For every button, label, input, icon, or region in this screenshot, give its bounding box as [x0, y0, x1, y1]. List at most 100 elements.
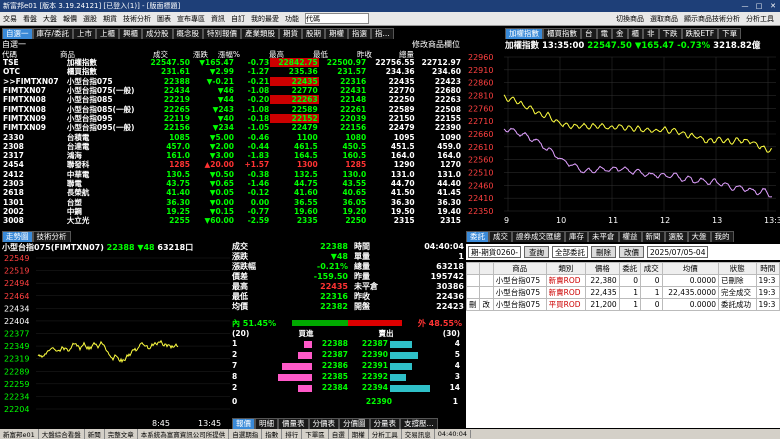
- minimize-icon[interactable]: —: [738, 2, 752, 10]
- quote-row[interactable]: FIMTXN08 小型台指085 22219 ▼44 -0.20 22263 22148 22…: [2, 95, 462, 104]
- quote-row[interactable]: 2330 台積電 1085 ▼5.00 -0.46 1100 1080 1095 1090: [2, 132, 462, 141]
- tab-item[interactable]: 上櫃: [96, 28, 119, 39]
- tab-item[interactable]: 走勢圖: [2, 231, 33, 242]
- tab-item[interactable]: 大盤: [688, 231, 711, 242]
- date-field[interactable]: 2025/07/05-04: [647, 246, 708, 258]
- column-header[interactable]: 昨收: [328, 49, 372, 58]
- tab-item[interactable]: 庫存: [565, 231, 588, 242]
- tab-item[interactable]: 技術分析: [33, 231, 71, 242]
- order-cell[interactable]: [467, 287, 480, 299]
- tab-item[interactable]: 權益: [619, 231, 642, 242]
- ask-price[interactable]: 22387: [348, 339, 388, 350]
- menu-item[interactable]: 交易: [0, 14, 20, 24]
- tab-item[interactable]: 價量表: [278, 418, 309, 429]
- account-select[interactable]: 期-期貨0260-: [468, 246, 521, 258]
- tab-item[interactable]: 下跌: [659, 28, 682, 39]
- tab-item[interactable]: 未平倉: [588, 231, 619, 242]
- tab-item[interactable]: 自選一: [2, 28, 33, 39]
- order-column-header[interactable]: 價格: [586, 263, 619, 275]
- menu-item[interactable]: 功能: [282, 14, 302, 24]
- tab-item[interactable]: 櫃: [628, 28, 644, 39]
- quote-row[interactable]: FIMTXN09 小型台指095 22119 ▼40 -0.18 22152 22039 22…: [2, 114, 462, 123]
- tab-item[interactable]: 指...: [371, 28, 394, 39]
- order-column-header[interactable]: 成交: [641, 263, 662, 275]
- order-filter-select[interactable]: 全部委託: [552, 246, 588, 258]
- quote-row[interactable]: TSE 加權指數 22547.50 ▼165.47 -0.73 22842.75 22500…: [2, 58, 462, 67]
- column-header[interactable]: 總量: [372, 49, 414, 58]
- status-item[interactable]: 大盤綜合看盤: [39, 429, 85, 439]
- order-column-header[interactable]: 均價: [662, 263, 719, 275]
- menu-item[interactable]: 技術分析: [120, 14, 154, 24]
- bid-price[interactable]: 22386: [312, 361, 348, 372]
- quote-row[interactable]: 2618 長榮航 41.40 ▼0.05 -0.12 41.60 40.65 41.50 41.…: [2, 188, 462, 197]
- quote-row[interactable]: OTC 櫃買指數 231.61 ▼2.99 -1.27 235.36 231.57 234.3…: [2, 67, 462, 76]
- bid-price[interactable]: 22384: [312, 383, 348, 394]
- tab-item[interactable]: 產業類股: [241, 28, 279, 39]
- order-column-header[interactable]: [467, 263, 480, 275]
- menu-item[interactable]: 報價: [60, 14, 80, 24]
- symbol-search-input[interactable]: [305, 13, 369, 24]
- status-item[interactable]: 期權: [349, 429, 369, 439]
- status-item[interactable]: 自選期指: [229, 429, 262, 439]
- quote-row[interactable]: 2317 鴻海 161.0 ▼3.00 -1.83 164.5 160.5 164.0 164.…: [2, 151, 462, 160]
- status-item[interactable]: 04:40:04: [435, 430, 471, 438]
- menu-item[interactable]: 選股: [80, 14, 100, 24]
- tab-item[interactable]: 證券成交匯總: [512, 231, 565, 242]
- column-header[interactable]: 漲跌: [168, 49, 208, 58]
- tab-item[interactable]: 選股: [665, 231, 688, 242]
- tab-item[interactable]: 明細: [255, 418, 278, 429]
- tab-item[interactable]: 期權: [325, 28, 348, 39]
- query-button[interactable]: 查詢: [524, 246, 549, 258]
- bid-price[interactable]: 22385: [312, 372, 348, 383]
- menu-right-item[interactable]: 選取商品: [647, 14, 681, 24]
- ask-price[interactable]: 22391: [348, 361, 388, 372]
- menu-item[interactable]: 資訊: [208, 14, 228, 24]
- column-header[interactable]: 商品: [60, 49, 124, 58]
- tab-item[interactable]: 股期: [302, 28, 325, 39]
- quote-row[interactable]: 2454 聯發科 1285 ▲20.00 +1.57 1300 1285 1290 1270: [2, 160, 462, 169]
- menu-item[interactable]: 宣布專區: [174, 14, 208, 24]
- status-item[interactable]: 排行: [282, 429, 302, 439]
- change-price-button[interactable]: 改價: [619, 246, 644, 258]
- order-cell[interactable]: 刪: [467, 299, 480, 311]
- tab-item[interactable]: 概念股: [173, 28, 204, 39]
- menu-item[interactable]: 我的最愛: [248, 14, 282, 24]
- status-item[interactable]: 分析工具: [369, 429, 402, 439]
- ask-price[interactable]: 22392: [348, 372, 388, 383]
- menu-item[interactable]: 大盤: [40, 14, 60, 24]
- order-column-header[interactable]: 狀態: [719, 263, 757, 275]
- quote-row[interactable]: FIMTXN07 小型台指075(一般) 22434 ▼46 -1.08 22770 224…: [2, 86, 462, 95]
- menu-right-item[interactable]: 顯示商品技術分析: [681, 14, 743, 24]
- order-column-header[interactable]: 商品: [493, 263, 546, 275]
- quote-row[interactable]: FIMTXN08 小型台指085(一般) 22265 ▼243 -1.08 22589 22…: [2, 104, 462, 113]
- order-row[interactable]: 小型台指075 新賣ROD 22,380 0 0 0.0000 已刪除 19:3: [467, 275, 780, 287]
- column-header[interactable]: 成交: [124, 49, 168, 58]
- quote-row[interactable]: 1301 台塑 36.30 ▼0.00 0.00 36.55 36.05 36.30 36.30: [2, 197, 462, 206]
- status-item[interactable]: 新富邦e01: [0, 429, 39, 439]
- ask-price[interactable]: 22390: [348, 350, 388, 361]
- order-column-header[interactable]: 時間: [756, 263, 780, 275]
- tab-item[interactable]: 支撐壓...: [400, 418, 438, 429]
- tab-item[interactable]: 分價圖: [339, 418, 370, 429]
- column-header[interactable]: 漲幅%: [208, 49, 240, 58]
- order-cell[interactable]: [480, 275, 493, 287]
- ask-price[interactable]: 22394: [348, 383, 388, 394]
- quote-row[interactable]: 2412 中華電 130.5 ▼0.50 -0.38 132.5 130.0 131.0 131…: [2, 170, 462, 179]
- quote-row[interactable]: 2308 台達電 457.0 ▼2.00 -0.44 461.5 450.5 451.5 459…: [2, 142, 462, 151]
- tab-item[interactable]: 分量表: [370, 418, 401, 429]
- tab-item[interactable]: 指選: [348, 28, 371, 39]
- quote-row[interactable]: 2303 聯電 43.75 ▼0.65 -1.46 44.75 43.55 44.70 44.4…: [2, 179, 462, 188]
- tab-item[interactable]: 分價表: [309, 418, 340, 429]
- tab-item[interactable]: 報價: [232, 418, 255, 429]
- column-header[interactable]: 最低: [284, 49, 328, 58]
- menu-right-item[interactable]: 分析工具: [743, 14, 777, 24]
- close-icon[interactable]: ✕: [766, 2, 780, 10]
- tab-item[interactable]: 台: [581, 28, 597, 39]
- tab-item[interactable]: 成交: [489, 231, 512, 242]
- delete-button[interactable]: 刪除: [591, 246, 616, 258]
- maximize-icon[interactable]: □: [752, 2, 766, 10]
- menu-item[interactable]: 圖表: [154, 14, 174, 24]
- tab-item[interactable]: 期貨: [279, 28, 302, 39]
- tab-item[interactable]: 加權指數: [505, 28, 543, 39]
- menu-item[interactable]: 看盤: [20, 14, 40, 24]
